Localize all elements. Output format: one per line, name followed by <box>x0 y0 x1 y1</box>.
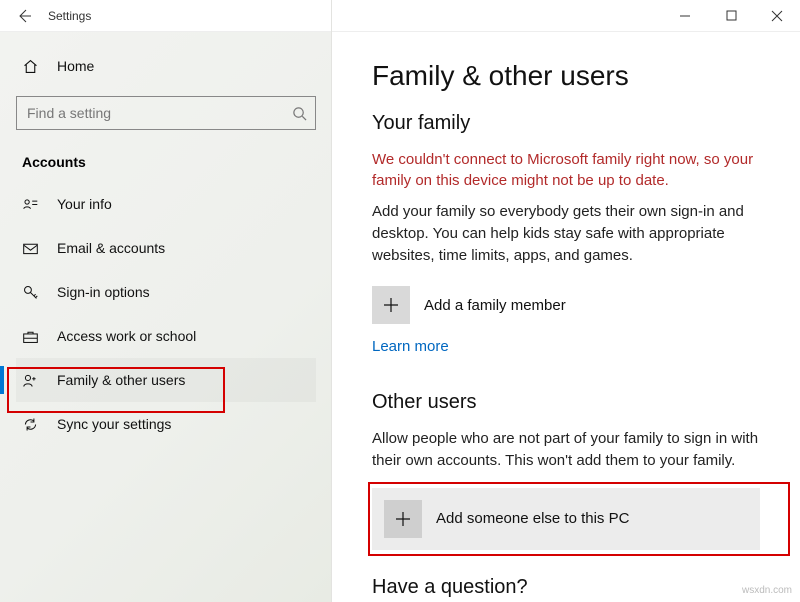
other-users-heading: Other users <box>372 391 760 414</box>
have-question-heading: Have a question? <box>372 576 760 599</box>
plus-icon-box <box>384 500 422 538</box>
briefcase-icon <box>22 328 39 345</box>
maximize-icon <box>726 10 737 21</box>
sidebar-item-label: Access work or school <box>57 328 196 344</box>
sidebar-item-your-info[interactable]: Your info <box>16 182 316 226</box>
close-icon <box>771 10 783 22</box>
search-box[interactable] <box>16 96 316 130</box>
minimize-button[interactable] <box>662 0 708 32</box>
add-family-member-label: Add a family member <box>424 297 566 314</box>
learn-more-link[interactable]: Learn more <box>372 338 449 355</box>
sidebar-item-label: Family & other users <box>57 372 185 388</box>
people-icon <box>22 372 39 389</box>
page-title: Family & other users <box>372 60 760 92</box>
sidebar-item-family-other-users[interactable]: Family & other users <box>16 358 316 402</box>
family-error-text: We couldn't connect to Microsoft family … <box>372 149 760 191</box>
search-input[interactable] <box>25 104 292 122</box>
key-icon <box>22 284 39 301</box>
search-icon <box>292 106 307 121</box>
close-button[interactable] <box>754 0 800 32</box>
plus-icon <box>381 295 401 315</box>
home-label: Home <box>57 58 94 74</box>
add-someone-else-label: Add someone else to this PC <box>436 510 629 527</box>
sidebar-item-sync-settings[interactable]: Sync your settings <box>16 402 316 446</box>
mail-icon <box>22 240 39 257</box>
back-button[interactable] <box>8 0 40 32</box>
sidebar-item-access-work-school[interactable]: Access work or school <box>16 314 316 358</box>
sidebar-item-email-accounts[interactable]: Email & accounts <box>16 226 316 270</box>
sidebar: Home Accounts Your info Email & accounts… <box>0 32 332 602</box>
minimize-icon <box>679 10 691 22</box>
sidebar-item-label: Sync your settings <box>57 416 171 432</box>
person-card-icon <box>22 196 39 213</box>
home-button[interactable]: Home <box>16 46 316 86</box>
home-icon <box>22 58 39 75</box>
sidebar-item-signin-options[interactable]: Sign-in options <box>16 270 316 314</box>
family-heading: Your family <box>372 112 760 135</box>
arrow-left-icon <box>16 8 32 24</box>
titlebar: Settings <box>0 0 800 32</box>
sidebar-item-label: Sign-in options <box>57 284 150 300</box>
sync-icon <box>22 416 39 433</box>
app-title: Settings <box>48 9 662 23</box>
watermark: wsxdn.com <box>742 585 792 596</box>
maximize-button[interactable] <box>708 0 754 32</box>
main-pane: Family & other users Your family We coul… <box>332 32 800 602</box>
add-someone-else-button[interactable]: Add someone else to this PC <box>372 488 760 550</box>
sidebar-item-label: Email & accounts <box>57 240 165 256</box>
add-family-member-button[interactable]: Add a family member <box>372 282 760 328</box>
other-users-paragraph: Allow people who are not part of your fa… <box>372 428 760 472</box>
plus-icon-box <box>372 286 410 324</box>
sidebar-item-label: Your info <box>57 196 112 212</box>
sidebar-category: Accounts <box>16 148 316 182</box>
plus-icon <box>393 509 413 529</box>
family-paragraph: Add your family so everybody gets their … <box>372 201 760 266</box>
